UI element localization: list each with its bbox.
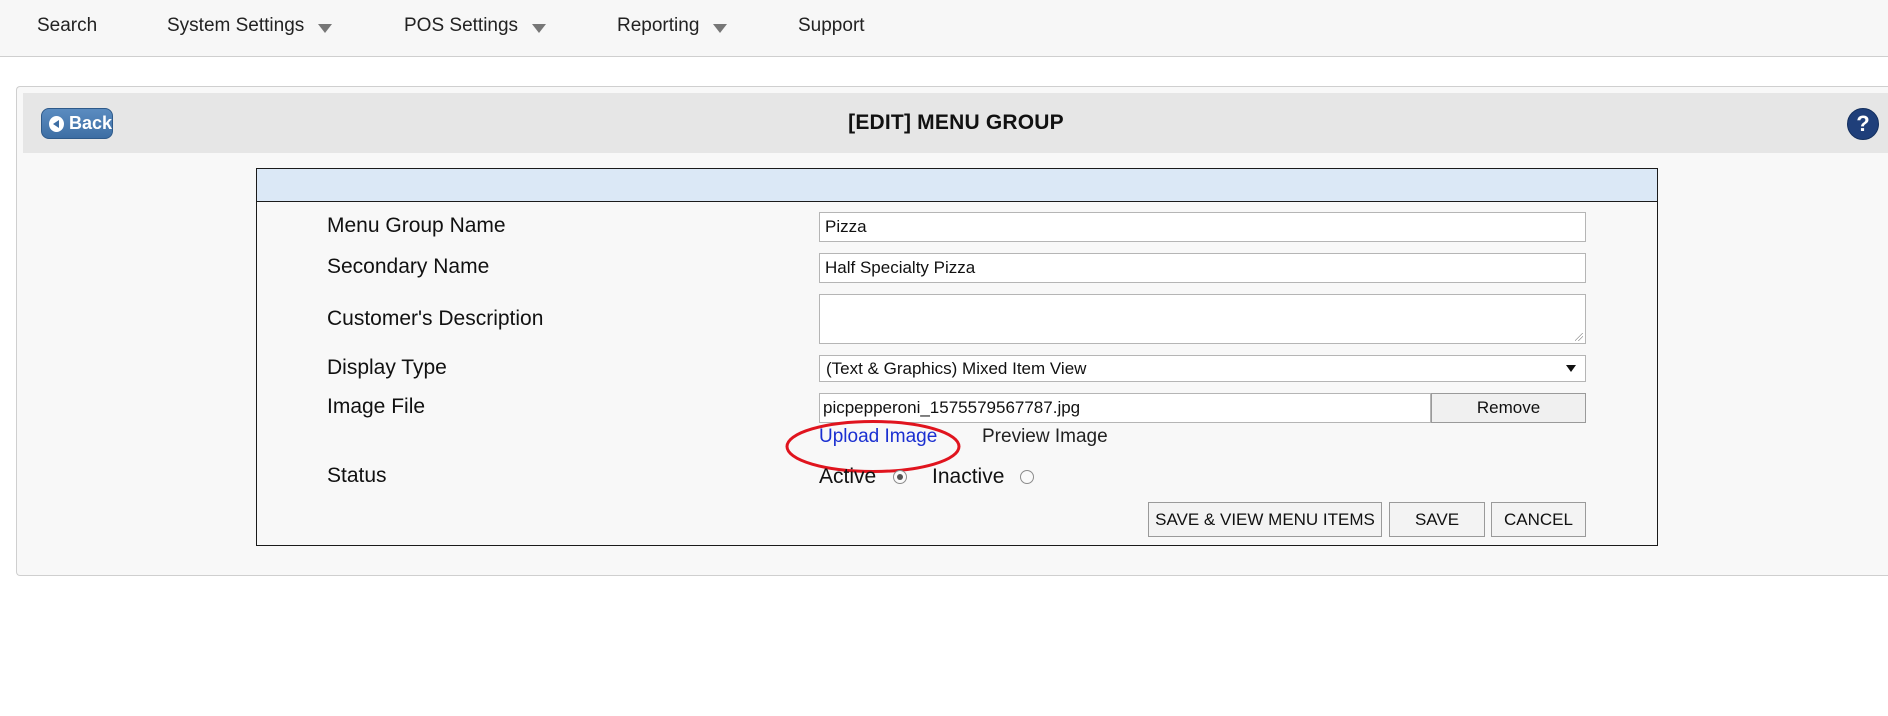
status-inactive-radio[interactable] <box>1020 470 1034 484</box>
status-active-radio[interactable] <box>893 470 907 484</box>
remove-image-button[interactable]: Remove <box>1431 393 1586 423</box>
page-title: [EDIT] MENU GROUP <box>848 111 1064 134</box>
status-inactive-label: Inactive <box>932 465 1005 488</box>
save-view-menu-items-button[interactable]: SAVE & VIEW MENU ITEMS <box>1148 502 1382 537</box>
menu-group-name-input[interactable] <box>819 212 1586 242</box>
resize-grip-icon[interactable] <box>1575 333 1583 341</box>
dropdown-arrow-icon <box>1566 365 1576 372</box>
image-file-label: Image File <box>327 395 426 418</box>
nav-reporting-label: Reporting <box>617 15 700 36</box>
chevron-down-icon <box>713 23 728 33</box>
secondary-name-input[interactable] <box>819 253 1586 283</box>
nav-search[interactable]: Search <box>37 12 97 40</box>
customer-description-textarea[interactable] <box>819 294 1586 344</box>
display-type-selected: (Text & Graphics) Mixed Item View <box>826 359 1087 378</box>
help-icon[interactable]: ? <box>1847 108 1879 140</box>
preview-image-link[interactable]: Preview Image <box>982 426 1108 448</box>
nav-support[interactable]: Support <box>798 12 865 40</box>
customer-description-label: Customer's Description <box>327 307 544 330</box>
upload-image-link[interactable]: Upload Image <box>819 426 937 448</box>
display-type-label: Display Type <box>327 356 447 379</box>
secondary-name-label: Secondary Name <box>327 255 490 278</box>
form-header-bar <box>257 169 1657 202</box>
nav-support-label: Support <box>798 15 865 36</box>
chevron-down-icon <box>318 23 333 33</box>
display-type-select[interactable]: (Text & Graphics) Mixed Item View <box>819 355 1586 382</box>
image-file-input[interactable]: picpepperoni_1575579567787.jpg <box>819 393 1431 423</box>
nav-pos-settings[interactable]: POS Settings <box>404 12 547 40</box>
menu-group-name-label: Menu Group Name <box>327 214 506 237</box>
top-navigation: Search System Settings POS Settings Repo… <box>0 0 1888 57</box>
nav-pos-settings-label: POS Settings <box>404 15 519 36</box>
nav-system-settings[interactable]: System Settings <box>167 12 333 40</box>
menu-group-form: Menu Group Name Secondary Name Customer'… <box>256 168 1658 546</box>
save-button[interactable]: SAVE <box>1389 502 1485 537</box>
nav-system-settings-label: System Settings <box>167 15 305 36</box>
nav-search-label: Search <box>37 15 98 36</box>
panel-header: Back [EDIT] MENU GROUP ? <box>23 93 1888 153</box>
status-label: Status <box>327 464 387 487</box>
chevron-down-icon <box>532 23 547 33</box>
cancel-button[interactable]: CANCEL <box>1491 502 1586 537</box>
nav-reporting[interactable]: Reporting <box>617 12 728 40</box>
status-active-label: Active <box>819 465 877 488</box>
